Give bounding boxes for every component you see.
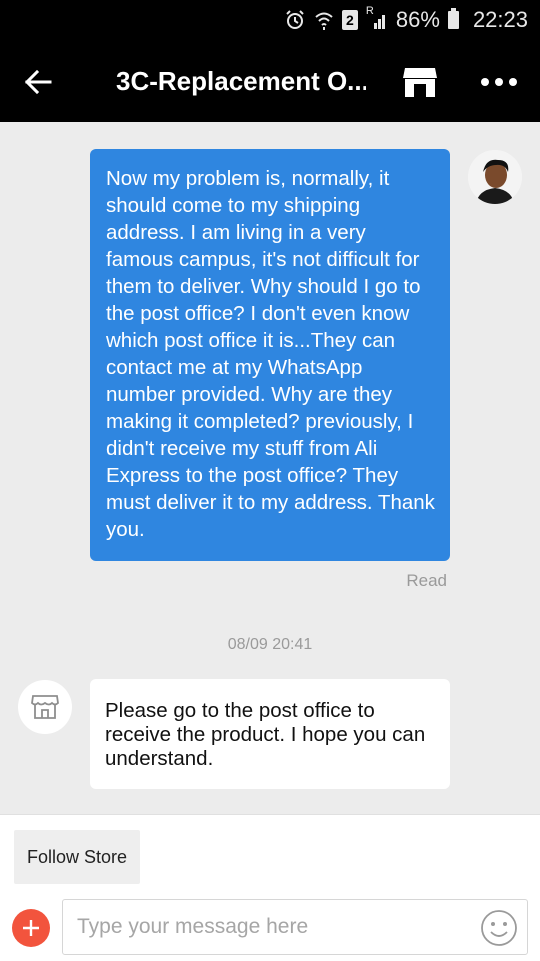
plus-icon <box>23 920 39 936</box>
store-icon <box>31 695 59 719</box>
status-icons: 2 R 86% 22:23 <box>284 0 528 40</box>
back-arrow-icon <box>24 69 52 95</box>
wifi-icon <box>314 9 334 31</box>
sim-badge: 2 <box>341 10 358 30</box>
store-avatar[interactable] <box>18 680 72 734</box>
battery-icon <box>447 8 459 29</box>
emoji-button[interactable] <box>479 908 519 948</box>
page-title: 3C-Replacement O... <box>116 66 366 96</box>
user-avatar <box>468 150 522 204</box>
more-icon <box>481 78 517 86</box>
clock: 22:23 <box>472 7 528 32</box>
incoming-message: Please go to the post office to receive … <box>90 679 450 789</box>
store-icon <box>403 68 437 97</box>
outgoing-message: Now my problem is, normally, it should c… <box>90 149 450 561</box>
store-button[interactable] <box>400 62 440 102</box>
network-label: R <box>365 5 374 17</box>
composer-bar: Follow Store <box>0 814 540 961</box>
message-field[interactable] <box>62 899 528 955</box>
battery-percent: 86% <box>395 7 440 32</box>
back-button[interactable] <box>18 62 58 102</box>
chat-area[interactable]: Now my problem is, normally, it should c… <box>0 122 540 814</box>
more-button[interactable] <box>478 62 520 102</box>
message-input[interactable] <box>63 900 477 954</box>
chat-header: 3C-Replacement O... <box>0 40 540 122</box>
signal-icon: R <box>366 5 388 31</box>
emoji-icon <box>481 910 517 946</box>
message-timestamp: 08/09 20:41 <box>227 636 313 653</box>
alarm-icon <box>284 9 306 31</box>
status-bar: 2 R 86% 22:23 <box>0 0 540 40</box>
follow-store-button[interactable]: Follow Store <box>14 830 140 884</box>
read-status: Read <box>406 571 447 590</box>
add-attachment-button[interactable] <box>12 909 50 947</box>
